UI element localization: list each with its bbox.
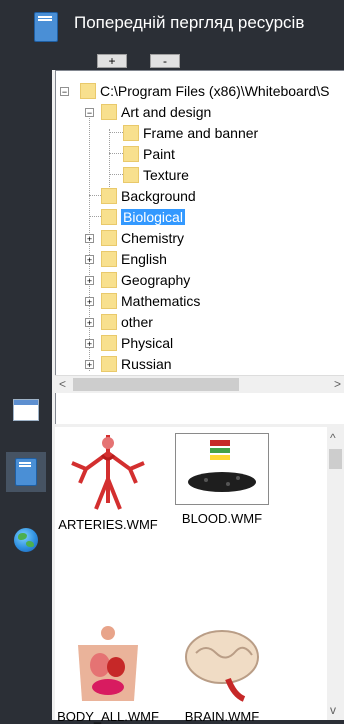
gallery-item[interactable]: BRAIN.WMF	[167, 625, 277, 724]
folder-icon	[80, 83, 96, 99]
scroll-thumb[interactable]	[329, 449, 342, 469]
tree-item-paint[interactable]: Paint	[123, 144, 175, 164]
folder-icon	[123, 167, 139, 183]
tree-toolbar: + -	[52, 50, 344, 70]
tree-item-physical[interactable]: Physical	[101, 333, 173, 353]
body-image	[58, 625, 158, 703]
window-title: Попередній пергляд ресурсів	[74, 13, 305, 32]
expand-icon[interactable]: +	[85, 255, 94, 265]
gallery-item[interactable]: ARTERIES.WMF	[53, 433, 163, 532]
folder-tree: − C:\Program Files (x86)\Whiteboard\S − …	[55, 70, 344, 426]
folder-icon	[101, 251, 117, 267]
add-button[interactable]: +	[97, 54, 127, 68]
gallery-item[interactable]: BODY_ALL.WMF	[53, 625, 163, 724]
folder-icon	[101, 356, 117, 372]
folder-icon	[101, 104, 117, 120]
tree-item-russian[interactable]: Russian	[101, 354, 172, 374]
window-icon	[13, 399, 39, 421]
resources-button[interactable]	[6, 452, 46, 492]
scroll-up-icon[interactable]: ^	[330, 431, 336, 445]
web-button[interactable]	[6, 520, 46, 560]
folder-icon	[101, 272, 117, 288]
title-bar: Попередній пергляд ресурсів	[0, 0, 344, 50]
book-icon	[34, 12, 58, 42]
window-view-button[interactable]	[6, 390, 46, 430]
tree-item-chemistry[interactable]: Chemistry	[101, 228, 184, 248]
expand-icon[interactable]: +	[85, 318, 94, 328]
resource-panel: + - − C:\Program Files (x86)\Whiteboard\…	[52, 50, 344, 724]
tree-item-art[interactable]: Art and design	[101, 102, 211, 122]
folder-icon	[101, 188, 117, 204]
tree-item-mathematics[interactable]: Mathematics	[101, 291, 200, 311]
folder-icon	[123, 146, 139, 162]
remove-button[interactable]: -	[150, 54, 180, 68]
folder-icon	[101, 335, 117, 351]
expand-icon[interactable]: +	[85, 276, 94, 286]
folder-icon	[101, 230, 117, 246]
gallery-item[interactable]: BLOOD.WMF	[167, 433, 277, 526]
tree-item-geography[interactable]: Geography	[101, 270, 190, 290]
folder-icon	[101, 209, 117, 225]
arteries-image	[58, 433, 158, 511]
folder-icon	[123, 125, 139, 141]
tree-item-frame[interactable]: Frame and banner	[123, 123, 258, 143]
folder-icon	[101, 314, 117, 330]
blood-image	[175, 433, 269, 505]
book-icon	[15, 458, 37, 486]
scroll-down-icon[interactable]: v	[330, 703, 336, 717]
tree-item-other[interactable]: other	[101, 312, 153, 332]
collapse-art-icon[interactable]: −	[85, 108, 94, 118]
tree-item-english[interactable]: English	[101, 249, 167, 269]
collapse-root-icon[interactable]: −	[60, 87, 69, 97]
tree-item-texture[interactable]: Texture	[123, 165, 189, 185]
scroll-right-icon[interactable]: >	[334, 377, 341, 391]
expand-icon[interactable]: +	[85, 234, 94, 244]
scroll-left-icon[interactable]: <	[59, 377, 66, 391]
tree-root[interactable]: C:\Program Files (x86)\Whiteboard\S	[80, 81, 330, 101]
scroll-thumb[interactable]	[73, 378, 239, 391]
side-toolbar	[0, 50, 52, 720]
brain-image	[172, 625, 272, 703]
expand-icon[interactable]: +	[85, 339, 94, 349]
vertical-scrollbar[interactable]: ^ v	[327, 427, 344, 720]
horizontal-scrollbar[interactable]: < >	[55, 375, 344, 393]
tree-item-biological[interactable]: Biological	[101, 207, 185, 227]
globe-icon	[14, 528, 38, 552]
folder-icon	[101, 293, 117, 309]
resource-gallery: ARTERIES.WMF BLOOD.WMF BODY_ALL.WMF BRAI…	[53, 427, 344, 724]
expand-icon[interactable]: +	[85, 360, 94, 370]
tree-item-background[interactable]: Background	[101, 186, 196, 206]
expand-icon[interactable]: +	[85, 297, 94, 307]
